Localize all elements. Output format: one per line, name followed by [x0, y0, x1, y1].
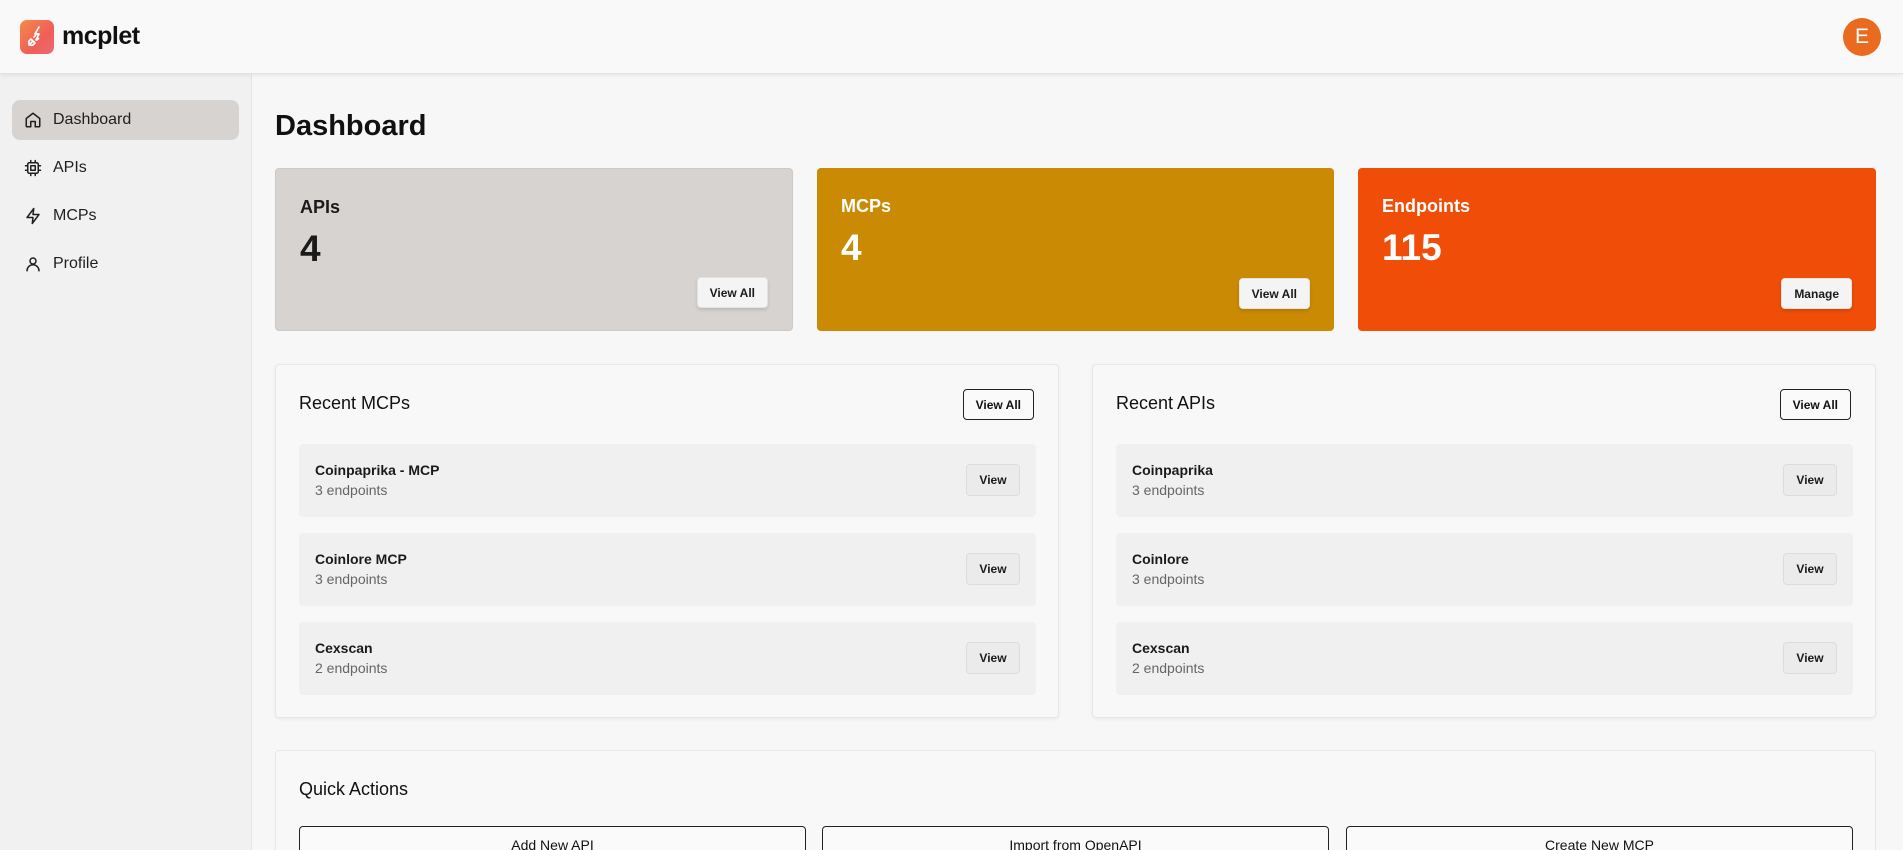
view-button[interactable]: View — [966, 464, 1020, 496]
item-name: Coinpaprika - MCP — [315, 462, 440, 478]
item-name: Coinlore — [1132, 551, 1189, 567]
stat-value: 4 — [300, 228, 321, 269]
item-name: Coinpaprika — [1132, 462, 1213, 478]
item-endpoint-count: 2 endpoints — [1132, 660, 1205, 676]
home-icon — [25, 112, 41, 128]
item-name: Cexscan — [315, 640, 373, 656]
recent-mcps-panel: Recent MCPs View All Coinpaprika - MCP 3… — [275, 364, 1059, 718]
stat-value: 4 — [841, 227, 862, 268]
stat-label: Endpoints — [1382, 196, 1470, 216]
stat-label: MCPs — [841, 196, 892, 216]
view-button[interactable]: View — [966, 642, 1020, 674]
panel-title: Recent APIs — [1116, 393, 1216, 413]
recent-apis-panel: Recent APIs View All Coinpaprika 3 endpo… — [1092, 364, 1876, 718]
sidebar-item-label: Profile — [53, 255, 99, 272]
list-item: Coinpaprika - MCP 3 endpoints View — [299, 444, 1036, 517]
stat-card-mcps: MCPs 4 View All — [817, 168, 1334, 331]
stat-value: 115 — [1382, 227, 1442, 268]
stat-card-endpoints: Endpoints 115 Manage — [1358, 168, 1876, 331]
item-endpoint-count: 3 endpoints — [1132, 571, 1205, 587]
recent-mcps-view-all-button[interactable]: View All — [962, 389, 1034, 420]
list-item: Coinlore 3 endpoints View — [1116, 533, 1853, 606]
stat-card-apis: APIs 4 View All — [275, 168, 793, 331]
view-all-apis-button[interactable]: View All — [696, 277, 768, 308]
item-endpoint-count: 3 endpoints — [315, 571, 388, 587]
sidebar-item-profile[interactable]: Profile — [12, 244, 239, 284]
view-button[interactable]: View — [1783, 464, 1837, 496]
main-content: Dashboard APIs 4 View All MCPs 4 View Al… — [275, 74, 1876, 850]
top-bar: mcplet E — [0, 0, 1903, 74]
sidebar: Dashboard APIs MCPs Profile — [0, 74, 252, 850]
manage-endpoints-button[interactable]: Manage — [1781, 278, 1852, 309]
panel-title: Quick Actions — [299, 779, 409, 799]
item-endpoint-count: 3 endpoints — [1132, 482, 1205, 498]
brand-name: mcplet — [62, 22, 140, 50]
list-item: Coinlore MCP 3 endpoints View — [299, 533, 1036, 606]
list-item: Cexscan 2 endpoints View — [299, 622, 1036, 695]
view-button[interactable]: View — [1783, 553, 1837, 585]
item-name: Cexscan — [1132, 640, 1190, 656]
item-endpoint-count: 3 endpoints — [315, 482, 388, 498]
view-button[interactable]: View — [1783, 642, 1837, 674]
item-name: Coinlore MCP — [315, 551, 407, 567]
view-button[interactable]: View — [966, 553, 1020, 585]
panel-title: Recent MCPs — [299, 393, 411, 413]
view-all-mcps-button[interactable]: View All — [1238, 278, 1310, 309]
list-item: Coinpaprika 3 endpoints View — [1116, 444, 1853, 517]
user-icon — [26, 257, 40, 272]
logo-icon — [20, 19, 54, 54]
sidebar-item-label: Dashboard — [53, 111, 132, 128]
stat-label: APIs — [300, 197, 341, 217]
lightning-icon — [26, 207, 40, 225]
item-endpoint-count: 2 endpoints — [315, 660, 388, 676]
user-avatar[interactable]: E — [1843, 17, 1881, 56]
sidebar-item-dashboard[interactable]: Dashboard — [12, 100, 239, 140]
sidebar-item-label: MCPs — [53, 207, 97, 224]
create-new-mcp-button[interactable]: Create New MCP — [1346, 826, 1853, 850]
quick-actions-panel: Quick Actions Add New API Import from Op… — [275, 750, 1876, 850]
recent-apis-view-all-button[interactable]: View All — [1779, 389, 1851, 420]
import-openapi-button[interactable]: Import from OpenAPI — [822, 826, 1329, 850]
list-item: Cexscan 2 endpoints View — [1116, 622, 1853, 695]
add-new-api-button[interactable]: Add New API — [299, 826, 806, 850]
chip-icon — [24, 159, 42, 177]
brand[interactable]: mcplet — [20, 19, 140, 54]
page-title: Dashboard — [275, 110, 427, 142]
sidebar-item-label: APIs — [53, 159, 87, 176]
sidebar-item-mcps[interactable]: MCPs — [12, 196, 239, 236]
sidebar-item-apis[interactable]: APIs — [12, 148, 239, 188]
